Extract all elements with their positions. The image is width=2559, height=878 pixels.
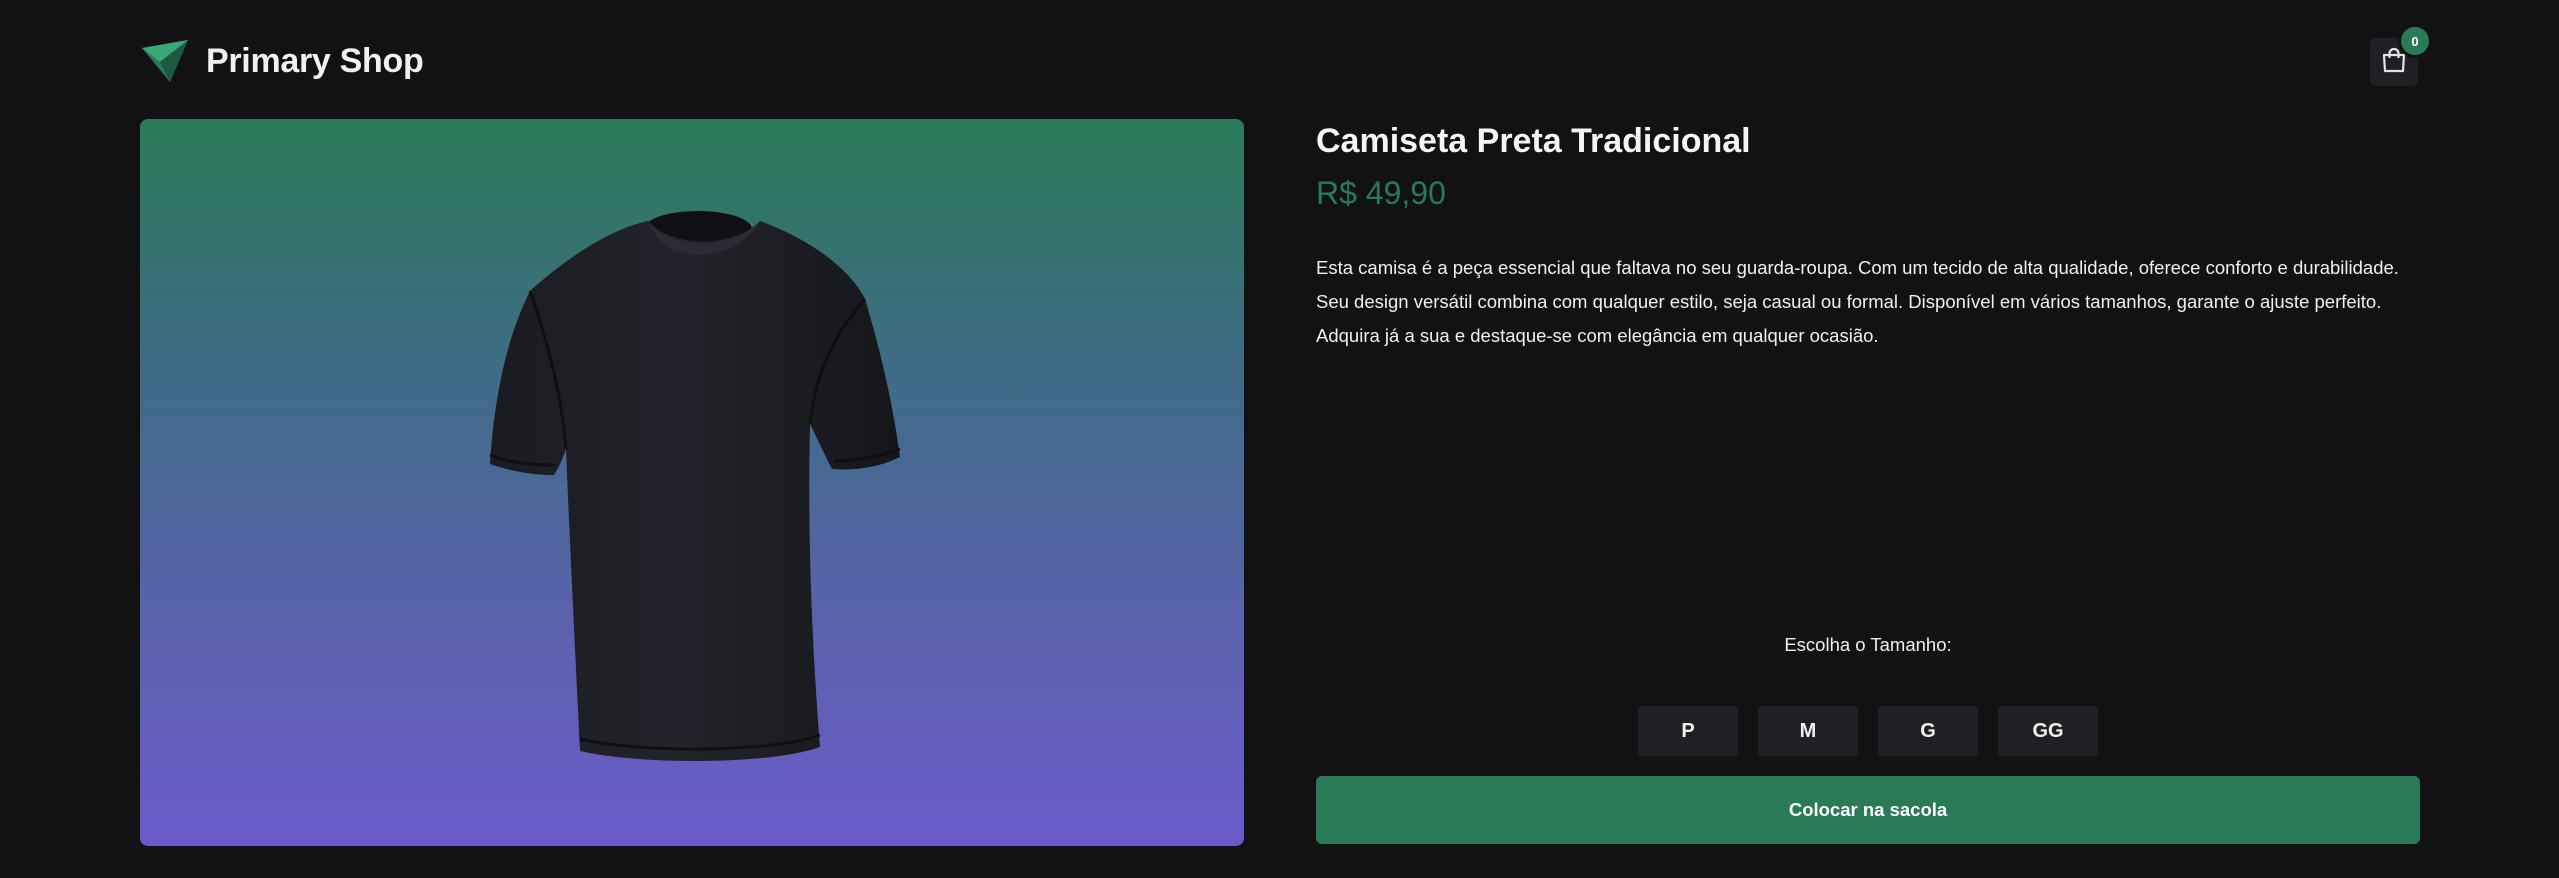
product-image-panel bbox=[140, 119, 1244, 846]
black-tshirt-image bbox=[470, 199, 910, 794]
product-price: R$ 49,90 bbox=[1316, 175, 1446, 211]
brand-name: Primary Shop bbox=[206, 41, 424, 80]
cart-button[interactable]: 0 bbox=[2370, 24, 2432, 86]
add-to-bag-button[interactable]: Colocar na sacola bbox=[1316, 776, 2420, 844]
size-button-p[interactable]: P bbox=[1638, 706, 1738, 756]
header-brand[interactable]: Primary Shop bbox=[140, 36, 424, 86]
product-description: Esta camisa é a peça essencial que falta… bbox=[1316, 257, 2399, 346]
size-button-m[interactable]: M bbox=[1758, 706, 1858, 756]
product-page: Primary Shop 0 Camiseta Preta Tradiciona… bbox=[0, 0, 2559, 878]
size-label: Escolha o Tamanho: bbox=[1784, 634, 1952, 655]
cart-count-badge: 0 bbox=[2398, 24, 2432, 58]
product-details: Camiseta Preta Tradicional R$ 49,90 Esta… bbox=[1316, 119, 2420, 353]
paper-plane-logo-icon bbox=[140, 36, 190, 86]
size-button-gg[interactable]: GG bbox=[1998, 706, 2098, 756]
size-options: P M G GG bbox=[1638, 706, 2098, 756]
size-button-g[interactable]: G bbox=[1878, 706, 1978, 756]
product-title: Camiseta Preta Tradicional bbox=[1316, 122, 1751, 160]
